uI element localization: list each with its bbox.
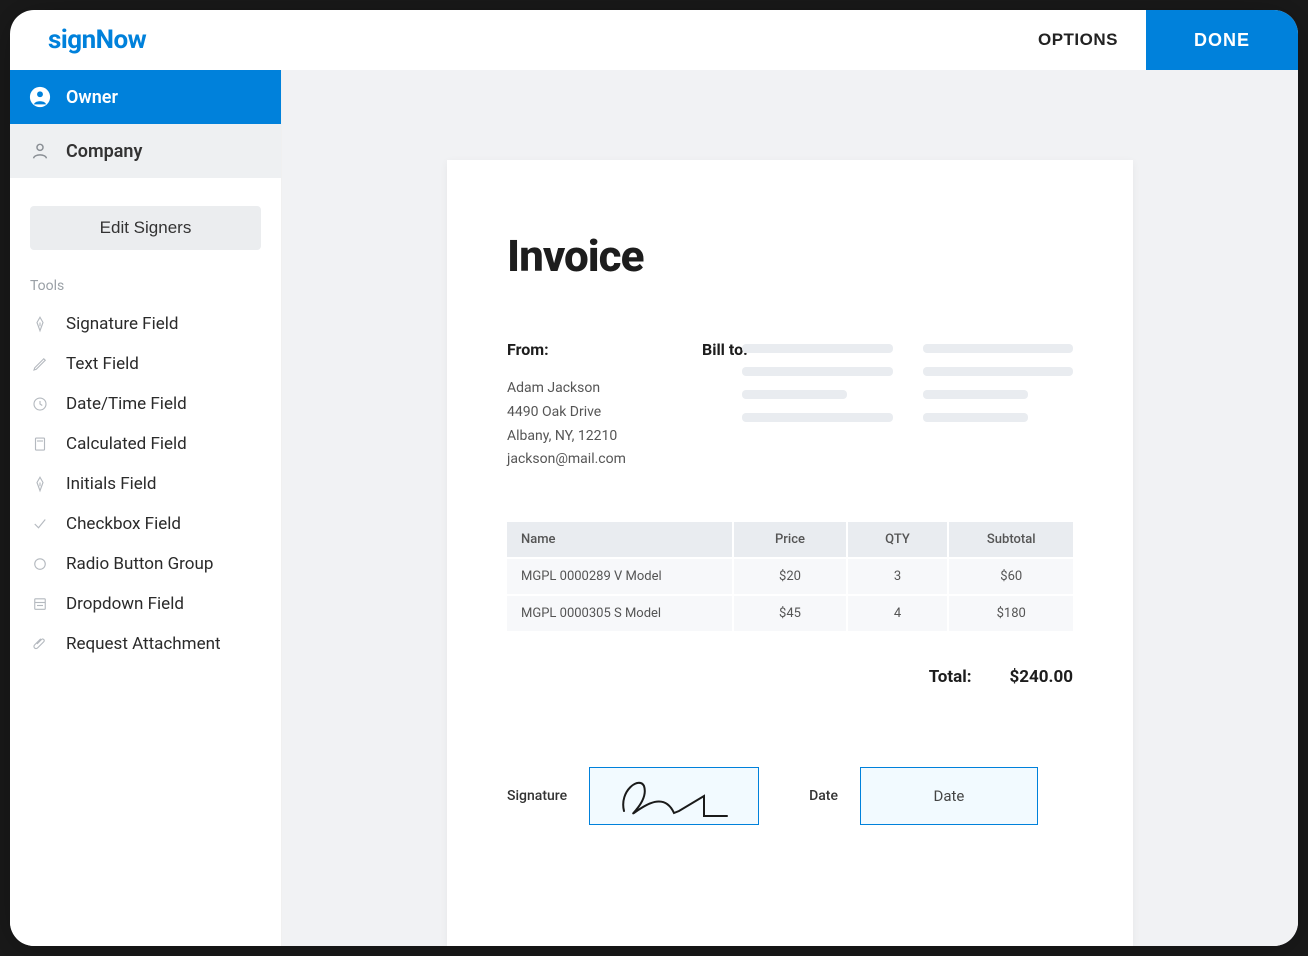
invoice-table: Name Price QTY Subtotal MGPL 0000289 V M… [507, 522, 1073, 631]
table-row: MGPL 0000289 V Model $20 3 $60 [507, 558, 1073, 595]
app-window: signNow OPTIONS DONE Owner Company Edit … [10, 10, 1298, 946]
clock-icon [30, 394, 50, 414]
tool-checkbox-field[interactable]: Checkbox Field [10, 504, 281, 544]
tool-request-attachment[interactable]: Request Attachment [10, 624, 281, 664]
cell-subtotal: $180 [948, 595, 1073, 631]
bill-to-placeholders [742, 340, 1073, 472]
bill-to-column: Bill to: [702, 340, 722, 472]
dropdown-icon [30, 594, 50, 614]
from-bill-section: From: Adam Jackson 4490 Oak Drive Albany… [507, 340, 1073, 472]
from-email: jackson@mail.com [507, 448, 682, 472]
document-page: Invoice From: Adam Jackson 4490 Oak Driv… [447, 160, 1133, 946]
circle-icon [30, 554, 50, 574]
cell-qty: 3 [847, 558, 949, 595]
options-button[interactable]: OPTIONS [1010, 10, 1146, 70]
sidebar: Owner Company Edit Signers Tools Signatu… [10, 70, 282, 946]
tools-header: Tools [10, 270, 281, 304]
th-qty: QTY [847, 522, 949, 558]
from-address: 4490 Oak Drive [507, 401, 682, 425]
check-icon [30, 514, 50, 534]
tool-initials-field[interactable]: Initials Field [10, 464, 281, 504]
signature-field[interactable] [589, 767, 759, 825]
pencil-icon [30, 354, 50, 374]
signature-row: Signature Date Date [507, 767, 1073, 825]
placeholder-line [923, 413, 1028, 422]
tool-label: Signature Field [66, 314, 178, 334]
placeholder-line [742, 413, 893, 422]
document-canvas[interactable]: Invoice From: Adam Jackson 4490 Oak Driv… [282, 70, 1298, 946]
total-row: Total: $240.00 [507, 667, 1073, 687]
tool-label: Request Attachment [66, 634, 221, 654]
cell-price: $45 [733, 595, 846, 631]
tool-label: Radio Button Group [66, 554, 213, 574]
tool-text-field[interactable]: Text Field [10, 344, 281, 384]
cell-subtotal: $60 [948, 558, 1073, 595]
tool-signature-field[interactable]: Signature Field [10, 304, 281, 344]
calculator-icon [30, 434, 50, 454]
signer-tab-company[interactable]: Company [10, 124, 281, 178]
from-column: From: Adam Jackson 4490 Oak Drive Albany… [507, 340, 682, 472]
from-city: Albany, NY, 12210 [507, 425, 682, 449]
paperclip-icon [30, 634, 50, 654]
placeholder-line [742, 390, 847, 399]
pen-nib-icon [30, 474, 50, 494]
signer-tab-label: Company [66, 141, 142, 162]
tool-label: Initials Field [66, 474, 156, 494]
edit-signers-button[interactable]: Edit Signers [30, 206, 261, 250]
th-name: Name [507, 522, 733, 558]
pen-nib-icon [30, 314, 50, 334]
date-placeholder: Date [934, 787, 965, 805]
placeholder-line [923, 367, 1074, 376]
person-outline-icon [28, 139, 52, 163]
signature-drawing [609, 771, 739, 821]
table-row: MGPL 0000305 S Model $45 4 $180 [507, 595, 1073, 631]
cell-name: MGPL 0000289 V Model [507, 558, 733, 595]
tool-label: Checkbox Field [66, 514, 181, 534]
placeholder-line [923, 390, 1028, 399]
from-name: Adam Jackson [507, 377, 682, 401]
th-price: Price [733, 522, 846, 558]
date-field[interactable]: Date [860, 767, 1038, 825]
done-button[interactable]: DONE [1146, 10, 1298, 70]
placeholder-line [742, 367, 893, 376]
placeholder-line [923, 344, 1074, 353]
from-label: From: [507, 340, 682, 359]
header-actions: OPTIONS DONE [1010, 10, 1298, 70]
tool-calculated-field[interactable]: Calculated Field [10, 424, 281, 464]
tool-label: Date/Time Field [66, 394, 187, 414]
tool-label: Text Field [66, 354, 139, 374]
tool-radio-group[interactable]: Radio Button Group [10, 544, 281, 584]
signer-tab-owner[interactable]: Owner [10, 70, 281, 124]
brand-logo: signNow [10, 25, 146, 55]
tool-label: Dropdown Field [66, 594, 184, 614]
cell-qty: 4 [847, 595, 949, 631]
cell-price: $20 [733, 558, 846, 595]
bill-to-label: Bill to: [702, 340, 722, 359]
cell-name: MGPL 0000305 S Model [507, 595, 733, 631]
app-body: Owner Company Edit Signers Tools Signatu… [10, 70, 1298, 946]
th-subtotal: Subtotal [948, 522, 1073, 558]
signature-label: Signature [507, 788, 567, 804]
date-label: Date [809, 788, 838, 804]
total-label: Total: [929, 667, 972, 687]
tool-dropdown-field[interactable]: Dropdown Field [10, 584, 281, 624]
total-value: $240.00 [1010, 667, 1073, 687]
document-title: Invoice [507, 230, 1073, 282]
tool-label: Calculated Field [66, 434, 187, 454]
header: signNow OPTIONS DONE [10, 10, 1298, 70]
person-filled-icon [28, 85, 52, 109]
placeholder-line [742, 344, 893, 353]
table-header-row: Name Price QTY Subtotal [507, 522, 1073, 558]
tool-datetime-field[interactable]: Date/Time Field [10, 384, 281, 424]
signer-tab-label: Owner [66, 87, 118, 108]
